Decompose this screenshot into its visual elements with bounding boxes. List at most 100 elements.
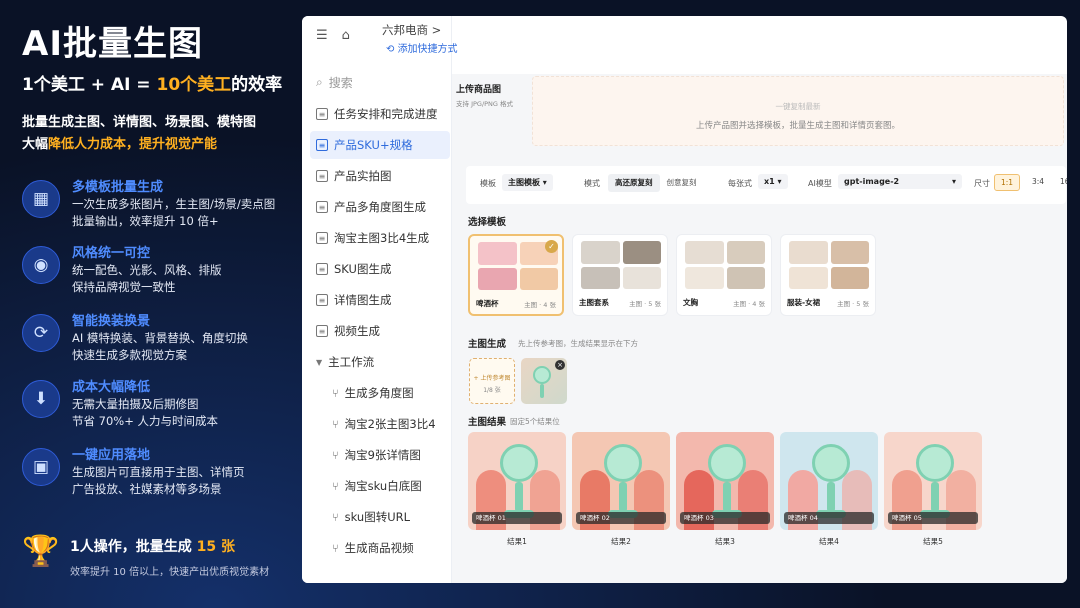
sidebar-item[interactable]: ≡ 详情图生成 — [310, 286, 450, 314]
result-name: 结果4 — [819, 537, 839, 546]
sidebar-item[interactable]: ≡ SKU图生成 — [310, 255, 450, 283]
sidebar-item[interactable]: ≡ 视频生成 — [310, 317, 450, 345]
sidebar-item[interactable]: ≡ 任务安排和完成进度 — [310, 100, 450, 128]
promo-description: 批量生成主图、详情图、场景图、模特图 大幅降低人力成本，提升视觉产能 — [22, 115, 257, 152]
fan-illustration — [812, 444, 850, 482]
feature-title: 智能换装换景 — [72, 314, 151, 329]
sidebar-item[interactable]: ≡ 产品实拍图 — [310, 162, 450, 190]
results-title: 主图结果 — [468, 417, 507, 428]
template-card[interactable]: 主图套系 主图 · 5 张 — [572, 234, 668, 316]
template-select[interactable]: 主图模板 ▾ — [502, 174, 553, 191]
sidebar: ☰ ⌂ ⌕ 搜索 ≡ 任务安排和完成进度 ≡ 产品SKU+规格 ≡ 产品实拍图 ≡ 产品多角度图… — [302, 16, 452, 583]
workflow-item[interactable]: ⑂ 淘宝9张详情图 — [310, 441, 450, 469]
template-name: 啤酒杯 — [476, 299, 499, 308]
search-input[interactable]: ⌕ 搜索 — [316, 74, 353, 91]
collapse-menu-icon[interactable]: ☰ — [316, 28, 328, 43]
feature-desc-1: 统一配色、光影、风格、排版 — [72, 263, 222, 277]
promo-panel: AI批量生图 1个美工 + AI = 10个美工的效率 批量生成主图、详情图、场… — [0, 0, 300, 608]
feature-item: ⟳ 智能换装换景 AI 模特换装、背景替换、角度切换 快速生成多款视觉方案 — [22, 310, 292, 370]
template-card[interactable]: 服装-女裙 主图 · 5 张 — [780, 234, 876, 316]
result-image[interactable]: 啤酒杯 02 — [572, 432, 670, 530]
bottom-description: 效率提升 10 倍以上，快速产出优质视觉素材 — [70, 567, 270, 578]
result-image[interactable]: 啤酒杯 04 — [780, 432, 878, 530]
palette-icon: ◉ — [22, 246, 60, 284]
result-name: 结果2 — [611, 537, 631, 546]
template-label: 模板 — [480, 179, 496, 188]
template-name: 服装-女裙 — [787, 298, 821, 307]
per-count-select[interactable]: x1 ▾ — [758, 174, 788, 189]
remove-reference-icon[interactable]: × — [555, 360, 565, 370]
workflow-node-icon: ⑂ — [332, 417, 339, 431]
template-count: 主图 · 5 张 — [629, 300, 661, 308]
template-count: 主图 · 5 张 — [837, 300, 869, 308]
result-image[interactable]: 啤酒杯 05 — [884, 432, 982, 530]
feature-title: 一键应用落地 — [72, 448, 151, 463]
promo-subtitle: 1个美工 + AI = 10个美工的效率 — [22, 75, 283, 95]
sidebar-item[interactable]: ≡ 淘宝主图3比4生成 — [310, 224, 450, 252]
result-name: 结果3 — [715, 537, 735, 546]
feature-item: ▣ 一键应用落地 生成图片可直接用于主图、详情页 广告投放、社媒素材等多场景 — [22, 444, 292, 504]
feature-desc-1: 生成图片可直接用于主图、详情页 — [72, 465, 245, 479]
mode-option-high-fidelity[interactable]: 高还原复刻 — [608, 174, 660, 192]
fan-illustration — [708, 444, 746, 482]
trophy-icon: 🏆 — [22, 534, 60, 569]
generation-toolbar: 模板 主图模板 ▾ 模式 高还原复刻 创意复刻 每张式 x1 ▾ AI模型 gp… — [466, 166, 1067, 204]
generation-subtitle: 先上传参考图，生成结果显示在下方 — [518, 339, 638, 348]
fan-illustration — [604, 444, 642, 482]
workflow-item[interactable]: ⑂ sku图转URL — [310, 503, 450, 531]
reference-upload-button[interactable]: + 上传参考图 1/8 张 — [469, 358, 515, 404]
promo-title: AI批量生图 — [22, 24, 203, 64]
feature-desc-2: 批量输出，效率提升 10 倍+ — [72, 214, 219, 228]
workflow-node-icon: ⑂ — [332, 541, 339, 555]
results-subtitle: 固定5个结果位 — [510, 417, 560, 426]
result-label: 啤酒杯 01 — [472, 512, 562, 524]
ratio-3-4[interactable]: 3:4 — [1026, 174, 1050, 189]
bottom-tagline: 1人操作，批量生成 15 张 — [70, 539, 235, 555]
app-window: ☰ ⌂ ⌕ 搜索 ≡ 任务安排和完成进度 ≡ 产品SKU+规格 ≡ 产品实拍图 ≡ 产品多角度图… — [302, 16, 1067, 583]
mode-option-creative[interactable]: 创意复刻 — [660, 174, 704, 192]
fan-illustration — [500, 444, 538, 482]
feature-desc-2: 保持品牌视觉一致性 — [72, 280, 176, 294]
size-label: 尺寸 — [974, 179, 990, 188]
sidebar-group-workflow[interactable]: ▼ 主工作流 — [310, 348, 450, 376]
workflow-item[interactable]: ⑂ 生成多角度图 — [310, 379, 450, 407]
image-grid-icon: ▦ — [22, 180, 60, 218]
template-card[interactable]: 啤酒杯 主图 · 4 张 ✓ — [468, 234, 564, 316]
feature-desc-2: 广告投放、社媒素材等多场景 — [72, 482, 222, 496]
upload-subtitle: 支持 JPG/PNG 格式 — [456, 100, 514, 108]
result-label: 啤酒杯 02 — [576, 512, 666, 524]
workflow-node-icon: ⑂ — [332, 510, 339, 524]
table-icon: ≡ — [316, 108, 328, 120]
ai-model-select[interactable]: gpt-image-2 ▾ — [838, 174, 962, 189]
template-card[interactable]: 文胸 主图 · 4 张 — [676, 234, 772, 316]
main-content: 上传商品图 支持 JPG/PNG 格式 一键复制最新 上传产品图并选择模板，批量… — [452, 74, 1067, 583]
caret-down-icon: ▼ — [316, 357, 323, 367]
home-icon[interactable]: ⌂ — [342, 28, 350, 43]
arrow-down-icon: ⬇ — [22, 380, 60, 418]
ratio-16-9[interactable]: 16:9 — [1054, 174, 1067, 189]
sidebar-item[interactable]: ≡ 产品SKU+规格 — [310, 131, 450, 159]
result-image[interactable]: 啤酒杯 01 — [468, 432, 566, 530]
reference-image-thumbnail[interactable]: × — [521, 358, 567, 404]
ratio-1-1[interactable]: 1:1 — [994, 174, 1021, 191]
table-icon: ≡ — [316, 294, 328, 306]
breadcrumb[interactable]: 六邦电商 > — [382, 22, 441, 38]
result-image[interactable]: 啤酒杯 03 — [676, 432, 774, 530]
feature-item: ⬇ 成本大幅降低 无需大量拍摄及后期修图 节省 70%+ 人力与时间成本 — [22, 376, 292, 436]
mode-toggle: 高还原复刻 创意复刻 — [608, 174, 704, 192]
add-shortcut-link[interactable]: ⟲ 添加快捷方式 — [386, 40, 458, 55]
upload-dropzone[interactable]: 一键复制最新 上传产品图并选择模板，批量生成主图和详情页套图。 — [532, 76, 1064, 146]
workflow-item[interactable]: ⑂ 淘宝sku白底图 — [310, 472, 450, 500]
table-icon: ≡ — [316, 170, 328, 182]
result-name: 结果5 — [923, 537, 943, 546]
fan-illustration — [533, 366, 551, 384]
sidebar-item[interactable]: ≡ 产品多角度图生成 — [310, 193, 450, 221]
feature-title: 多模板批量生成 — [72, 180, 164, 195]
generation-title: 主图生成 — [468, 339, 507, 350]
result-label: 啤酒杯 03 — [680, 512, 770, 524]
workflow-item[interactable]: ⑂ 淘宝2张主图3比4 — [310, 410, 450, 438]
workflow-item[interactable]: ⑂ 生成商品视频 — [310, 534, 450, 562]
template-preview — [685, 241, 765, 289]
search-icon: ⌕ — [316, 75, 323, 89]
fan-illustration — [916, 444, 954, 482]
